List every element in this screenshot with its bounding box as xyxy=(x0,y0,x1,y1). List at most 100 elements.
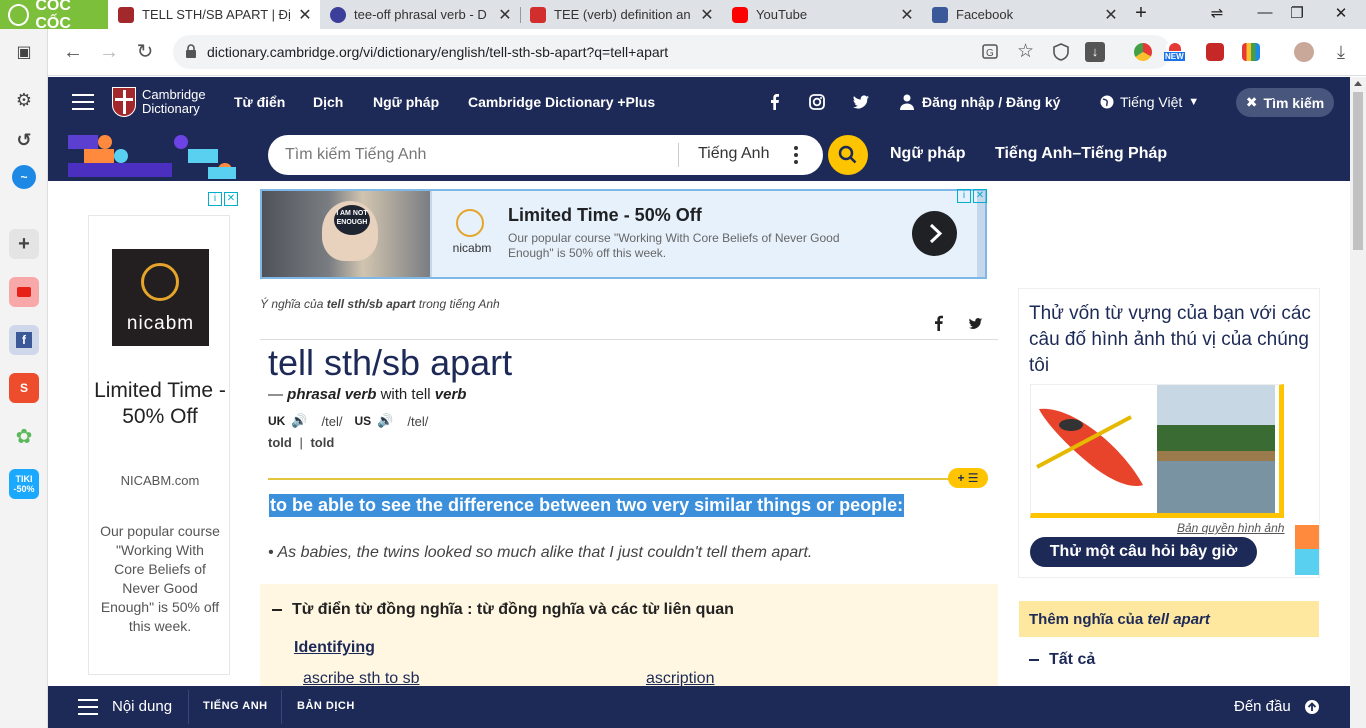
back-arrow-icon[interactable]: ← xyxy=(62,41,84,63)
subnav-english-french[interactable]: Tiếng Anh–Tiếng Pháp xyxy=(995,145,1167,163)
pos-verb: verb xyxy=(434,386,467,403)
contents-link[interactable]: Nội dung xyxy=(112,698,172,715)
tab-tee-off[interactable]: tee-off phrasal verb - D ✕ xyxy=(320,0,520,29)
ad-close-icon[interactable]: ✕ xyxy=(224,192,238,206)
thesaurus-title[interactable]: Từ điển từ đồng nghĩa : từ đồng nghĩa và… xyxy=(272,601,734,619)
tab-facebook[interactable]: Facebook ✕ xyxy=(922,0,1126,29)
facebook-app-icon[interactable]: f xyxy=(9,325,39,355)
ad-content[interactable]: nicabm Limited Time - 50% Off Our popula… xyxy=(432,191,977,277)
banner-ad-choices[interactable]: i ✕ xyxy=(957,189,987,205)
share-facebook-icon[interactable] xyxy=(932,315,946,331)
profile-avatar[interactable] xyxy=(1294,42,1314,62)
collapse-minus-icon[interactable] xyxy=(272,608,282,611)
close-tab-icon[interactable]: ✕ xyxy=(296,5,314,25)
settings-gear-icon[interactable]: ⚙ xyxy=(9,85,39,115)
more-meanings-title: Thêm nghĩa của tell apart xyxy=(1029,611,1210,628)
sidebar-toggle-icon[interactable]: ▣ xyxy=(9,37,39,67)
close-tab-icon[interactable]: ✕ xyxy=(496,5,514,25)
messenger-icon[interactable]: ~ xyxy=(12,165,36,189)
banner-arrow-button[interactable] xyxy=(912,211,957,256)
brand-line-2: Dictionary xyxy=(142,101,200,116)
new-tab-plus-icon[interactable]: + xyxy=(1126,2,1156,25)
facebook-icon[interactable] xyxy=(766,93,784,111)
coccoc-green-app-icon[interactable]: ✿ xyxy=(9,421,39,451)
translation-tab[interactable]: BẢN DỊCH xyxy=(297,700,355,712)
more-options-icon[interactable] xyxy=(794,146,798,167)
search-toggle-button[interactable]: ✖ Tìm kiếm xyxy=(1236,88,1334,117)
new-extension-icon[interactable]: NEW xyxy=(1164,43,1185,61)
pos-with[interactable]: with tell xyxy=(381,386,431,403)
history-icon[interactable]: ↺ xyxy=(9,125,39,155)
forward-arrow-icon[interactable]: → xyxy=(98,41,120,63)
ad-info-icon[interactable]: i xyxy=(208,192,222,206)
search-button[interactable] xyxy=(828,135,868,175)
quiz-images[interactable] xyxy=(1030,384,1284,518)
page-scrollbar[interactable] xyxy=(1350,77,1366,728)
shield-icon[interactable] xyxy=(1051,42,1071,62)
downloads-arrow-icon[interactable]: ⤓ xyxy=(1330,41,1352,63)
search-icon xyxy=(838,145,857,164)
red-extension-icon[interactable] xyxy=(1206,43,1224,61)
bookmark-star-icon[interactable]: ☆ xyxy=(1017,42,1037,62)
nav-translate[interactable]: Dịch xyxy=(313,94,343,110)
close-tab-icon[interactable]: ✕ xyxy=(1102,5,1120,25)
search-input[interactable]: Tìm kiếm Tiếng Anh xyxy=(285,146,426,164)
close-window-icon[interactable]: ✕ xyxy=(1326,4,1356,22)
share-twitter-icon[interactable] xyxy=(968,317,983,330)
add-sidebar-app-icon[interactable]: + xyxy=(9,229,39,259)
ad-info-icon[interactable]: i xyxy=(957,189,971,203)
banner-advertisement[interactable]: I AM NOT ENOUGH nicabm Limited Time - 50… xyxy=(260,189,987,279)
try-quiz-button[interactable]: Thử một câu hỏi bây giờ xyxy=(1030,537,1257,567)
language-selector[interactable]: Tiếng Việt ▼ xyxy=(1100,94,1199,110)
scrollbar-thumb[interactable] xyxy=(1353,92,1363,250)
translate-icon[interactable]: G xyxy=(981,42,1001,62)
color-grid-extension-icon[interactable] xyxy=(1242,43,1260,61)
subnav-grammar[interactable]: Ngữ pháp xyxy=(890,145,966,163)
download-icon[interactable]: ↓ xyxy=(1085,42,1105,62)
close-tab-icon[interactable]: ✕ xyxy=(698,5,716,25)
youtube-app-icon[interactable] xyxy=(9,277,39,307)
close-tab-icon[interactable]: ✕ xyxy=(898,5,916,25)
all-meanings-toggle[interactable]: Tất cả xyxy=(1029,651,1095,669)
tab-youtube[interactable]: YouTube ✕ xyxy=(722,0,922,29)
coccoc-leaf-icon xyxy=(8,3,30,26)
tab-search-icon[interactable]: ⇌ xyxy=(1202,4,1232,22)
nav-plus[interactable]: Cambridge Dictionary +Plus xyxy=(468,94,655,110)
uk-audio-speaker-icon[interactable]: 🔊 xyxy=(291,413,307,429)
chrome-extension-icon[interactable] xyxy=(1134,43,1152,61)
brand-name: Cambridge Dictionary xyxy=(142,88,206,116)
uk-label: UK xyxy=(268,414,286,428)
us-audio-speaker-icon[interactable]: 🔊 xyxy=(377,413,393,429)
address-bar[interactable]: dictionary.cambridge.org/vi/dictionary/e… xyxy=(173,35,1171,69)
cambridge-logo[interactable]: Cambridge Dictionary xyxy=(112,87,206,117)
nav-dictionary[interactable]: Từ điển xyxy=(234,94,285,110)
scroll-up-arrow-icon[interactable] xyxy=(1354,81,1362,86)
back-to-top-link[interactable]: Đến đầu xyxy=(1234,698,1291,715)
nav-grammar[interactable]: Ngữ pháp xyxy=(373,94,439,110)
ad-choices[interactable]: i ✕ xyxy=(208,192,238,208)
thesaurus-category-link[interactable]: Identifying xyxy=(294,639,375,657)
instagram-icon[interactable] xyxy=(808,93,826,111)
twitter-icon[interactable] xyxy=(852,93,870,111)
shopee-app-icon[interactable]: S xyxy=(9,373,39,403)
tab-tee-definition[interactable]: TEE (verb) definition an ✕ xyxy=(520,0,722,29)
ad-card[interactable]: nicabm Limited Time - 50% Off NICABM.com… xyxy=(88,215,230,675)
search-box[interactable]: Tìm kiếm Tiếng Anh Tiếng Anh xyxy=(268,135,823,175)
hamburger-menu-icon[interactable] xyxy=(72,94,94,110)
coccoc-logo[interactable]: CỐC CỐC xyxy=(0,0,108,32)
search-language-select[interactable]: Tiếng Anh xyxy=(698,145,769,163)
add-to-wordlist-button[interactable]: + ☰ xyxy=(948,468,988,488)
reload-icon[interactable]: ↻ xyxy=(134,41,156,63)
image-credit-link[interactable]: Bản quyền hình ảnh xyxy=(1177,521,1284,535)
english-tab[interactable]: TIẾNG ANH xyxy=(203,700,268,712)
minimize-window-icon[interactable]: — xyxy=(1250,4,1280,21)
tab-cambridge[interactable]: TELL STH/SB APART | Đị ✕ xyxy=(108,0,320,29)
tiki-app-icon[interactable]: TIKI -50% xyxy=(9,469,39,499)
ad-close-icon[interactable]: ✕ xyxy=(973,189,987,203)
left-advertisement[interactable]: i ✕ nicabm Limited Time - 50% Off NICABM.… xyxy=(80,192,238,728)
contents-menu-icon[interactable] xyxy=(78,699,98,715)
lock-icon xyxy=(186,44,196,58)
login-link[interactable]: Đăng nhập / Đăng ký xyxy=(900,94,1060,110)
restore-window-icon[interactable]: ❐ xyxy=(1282,4,1312,22)
arrow-up-circle-icon[interactable] xyxy=(1304,699,1320,715)
